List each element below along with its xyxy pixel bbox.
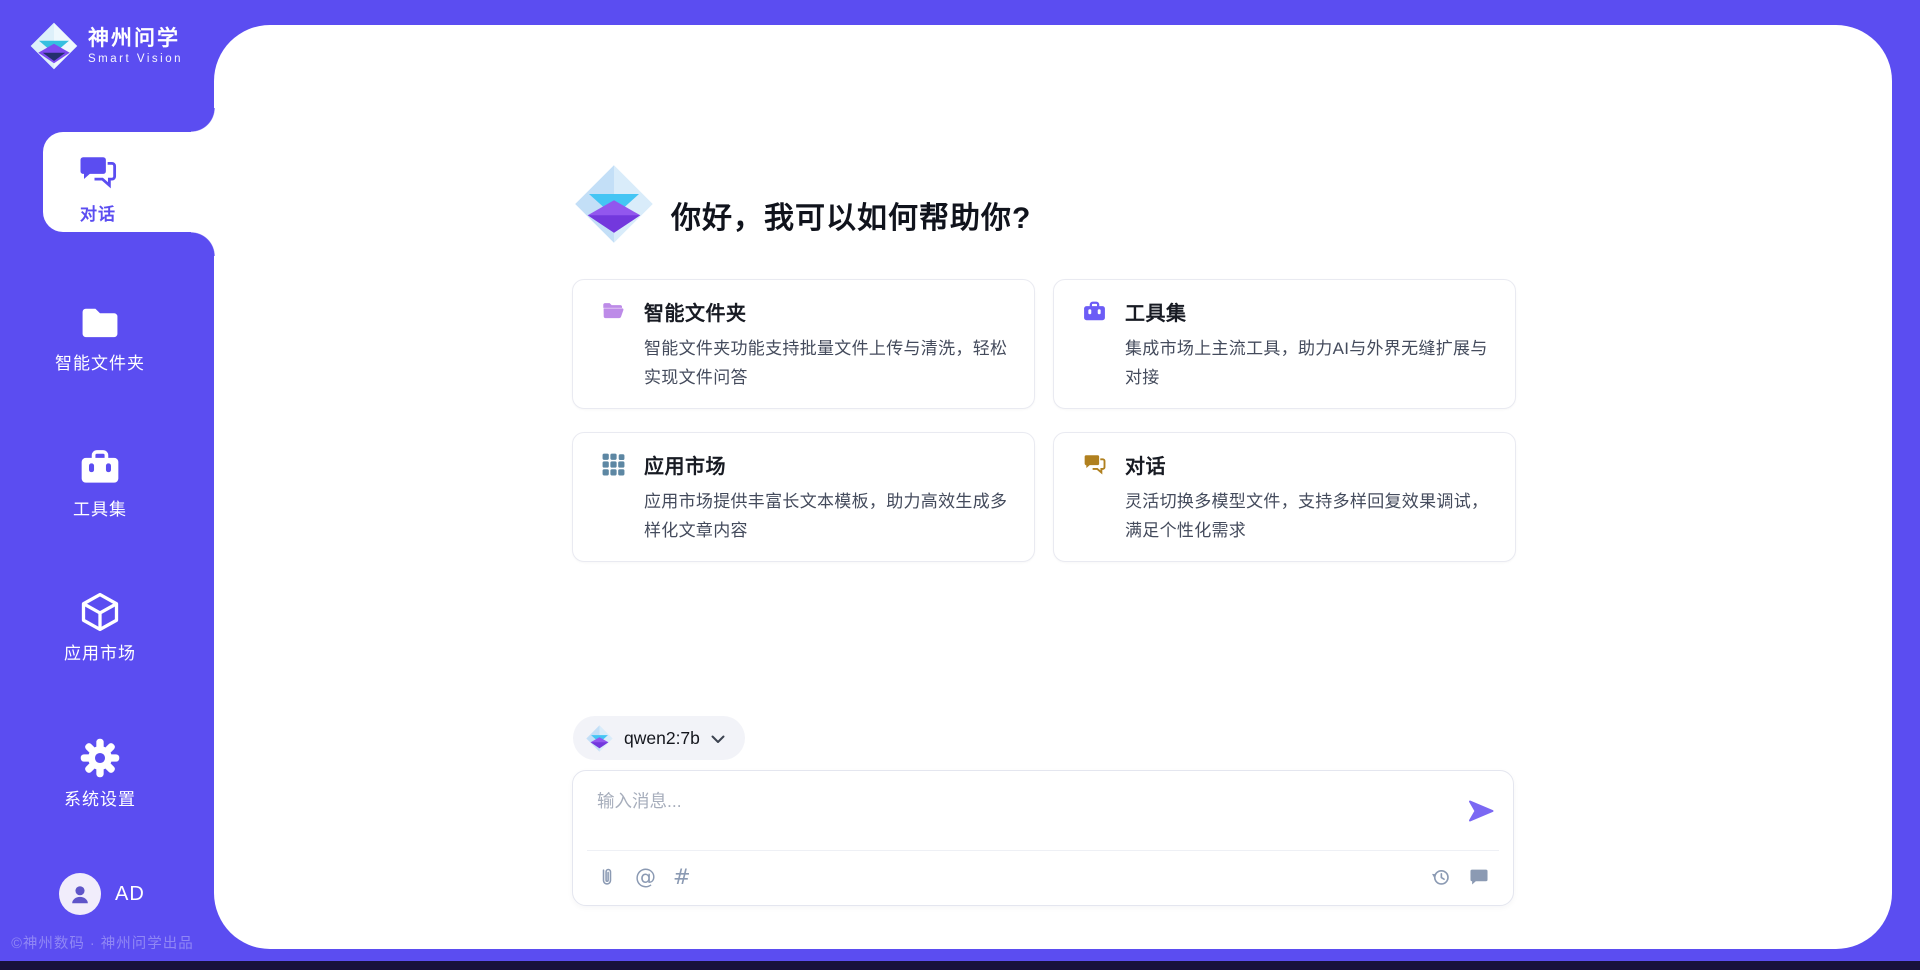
- main-content: 你好，我可以如何帮助你? 智能文件夹 智能文件夹功能支持批量文件上传与清洗，轻松…: [214, 25, 1892, 949]
- sidebar-item-chat[interactable]: 对话: [43, 132, 215, 232]
- bottom-window-edge: [0, 961, 1920, 970]
- card-title: 智能文件夹: [644, 297, 747, 326]
- greeting-text: 你好，我可以如何帮助你?: [671, 193, 1031, 237]
- at-icon: @: [635, 866, 656, 888]
- diamond-logo: [30, 22, 78, 70]
- card-description: 智能文件夹功能支持批量文件上传与清洗，轻松实现文件问答: [644, 334, 1010, 392]
- paperclip-icon: [596, 866, 618, 888]
- send-button[interactable]: [1466, 796, 1496, 826]
- sidebar: 神州问学 Smart Vision 对话 智能文件夹: [0, 0, 214, 970]
- user-account[interactable]: AD: [59, 873, 145, 915]
- chat-icon: [1468, 866, 1490, 888]
- sidebar-item-app-market[interactable]: 应用市场: [2, 590, 198, 664]
- sidebar-item-label: 工具集: [2, 495, 198, 520]
- sidebar-item-settings[interactable]: 系统设置: [2, 736, 198, 810]
- card-description: 应用市场提供丰富长文本模板，助力高效生成多样化文章内容: [644, 487, 1010, 545]
- brand-subtitle: Smart Vision: [88, 53, 183, 65]
- briefcase-icon: [78, 446, 122, 490]
- user-name: AD: [115, 883, 145, 906]
- card-toolset[interactable]: 工具集 集成市场上主流工具，助力AI与外界无缝扩展与对接: [1053, 279, 1516, 409]
- card-title: 对话: [1125, 450, 1166, 479]
- send-icon: [1466, 796, 1496, 826]
- folder-icon: [78, 300, 122, 344]
- diamond-logo: [586, 725, 613, 752]
- card-description: 灵活切换多模型文件，支持多样回复效果调试，满足个性化需求: [1125, 487, 1491, 545]
- greeting-diamond-logo: [574, 163, 654, 245]
- sidebar-item-label: 智能文件夹: [2, 349, 198, 374]
- chat-bubbles-icon: [1082, 452, 1107, 477]
- card-chat[interactable]: 对话 灵活切换多模型文件，支持多样回复效果调试，满足个性化需求: [1053, 432, 1516, 562]
- composer-toolbar-right: [1430, 865, 1490, 889]
- history-button[interactable]: [1430, 865, 1452, 889]
- sidebar-item-toolset[interactable]: 工具集: [2, 446, 198, 520]
- card-smart-folder[interactable]: 智能文件夹 智能文件夹功能支持批量文件上传与清洗，轻松实现文件问答: [572, 279, 1035, 409]
- brand: 神州问学 Smart Vision: [30, 22, 183, 70]
- topic-button[interactable]: #: [673, 865, 691, 889]
- copyright: ©神州数码 · 神州问学出品: [0, 932, 205, 953]
- chat-bubbles-icon: [76, 152, 120, 194]
- sidebar-item-label: 应用市场: [2, 639, 198, 664]
- card-title: 工具集: [1125, 297, 1187, 326]
- message-composer: @ #: [572, 770, 1514, 906]
- card-description: 集成市场上主流工具，助力AI与外界无缝扩展与对接: [1125, 334, 1491, 392]
- open-folder-icon: [601, 299, 626, 324]
- attach-file-button[interactable]: [596, 865, 618, 889]
- model-selector[interactable]: qwen2:7b: [573, 716, 745, 760]
- sidebar-item-smart-folder[interactable]: 智能文件夹: [2, 300, 198, 374]
- card-app-market[interactable]: 应用市场 应用市场提供丰富长文本模板，助力高效生成多样化文章内容: [572, 432, 1035, 562]
- hash-icon: #: [673, 866, 691, 888]
- sidebar-item-label: 系统设置: [2, 785, 198, 810]
- message-input[interactable]: [597, 788, 1437, 844]
- history-icon: [1430, 866, 1452, 888]
- person-icon: [67, 881, 93, 907]
- chevron-down-icon: [711, 735, 725, 744]
- model-name: qwen2:7b: [624, 728, 700, 749]
- brand-name: 神州问学: [88, 27, 183, 51]
- composer-divider: [587, 850, 1499, 851]
- cube-icon: [78, 590, 122, 634]
- mention-button[interactable]: @: [635, 865, 656, 889]
- feature-cards: 智能文件夹 智能文件夹功能支持批量文件上传与清洗，轻松实现文件问答 工具集 集成…: [572, 279, 1516, 562]
- composer-toolbar-left: @ #: [596, 865, 691, 889]
- gear-icon: [78, 736, 122, 780]
- avatar: [59, 873, 101, 915]
- sidebar-item-label: 对话: [43, 200, 153, 225]
- card-title: 应用市场: [644, 450, 726, 479]
- grid-icon: [601, 452, 626, 477]
- new-chat-button[interactable]: [1468, 865, 1490, 889]
- briefcase-icon: [1082, 299, 1107, 324]
